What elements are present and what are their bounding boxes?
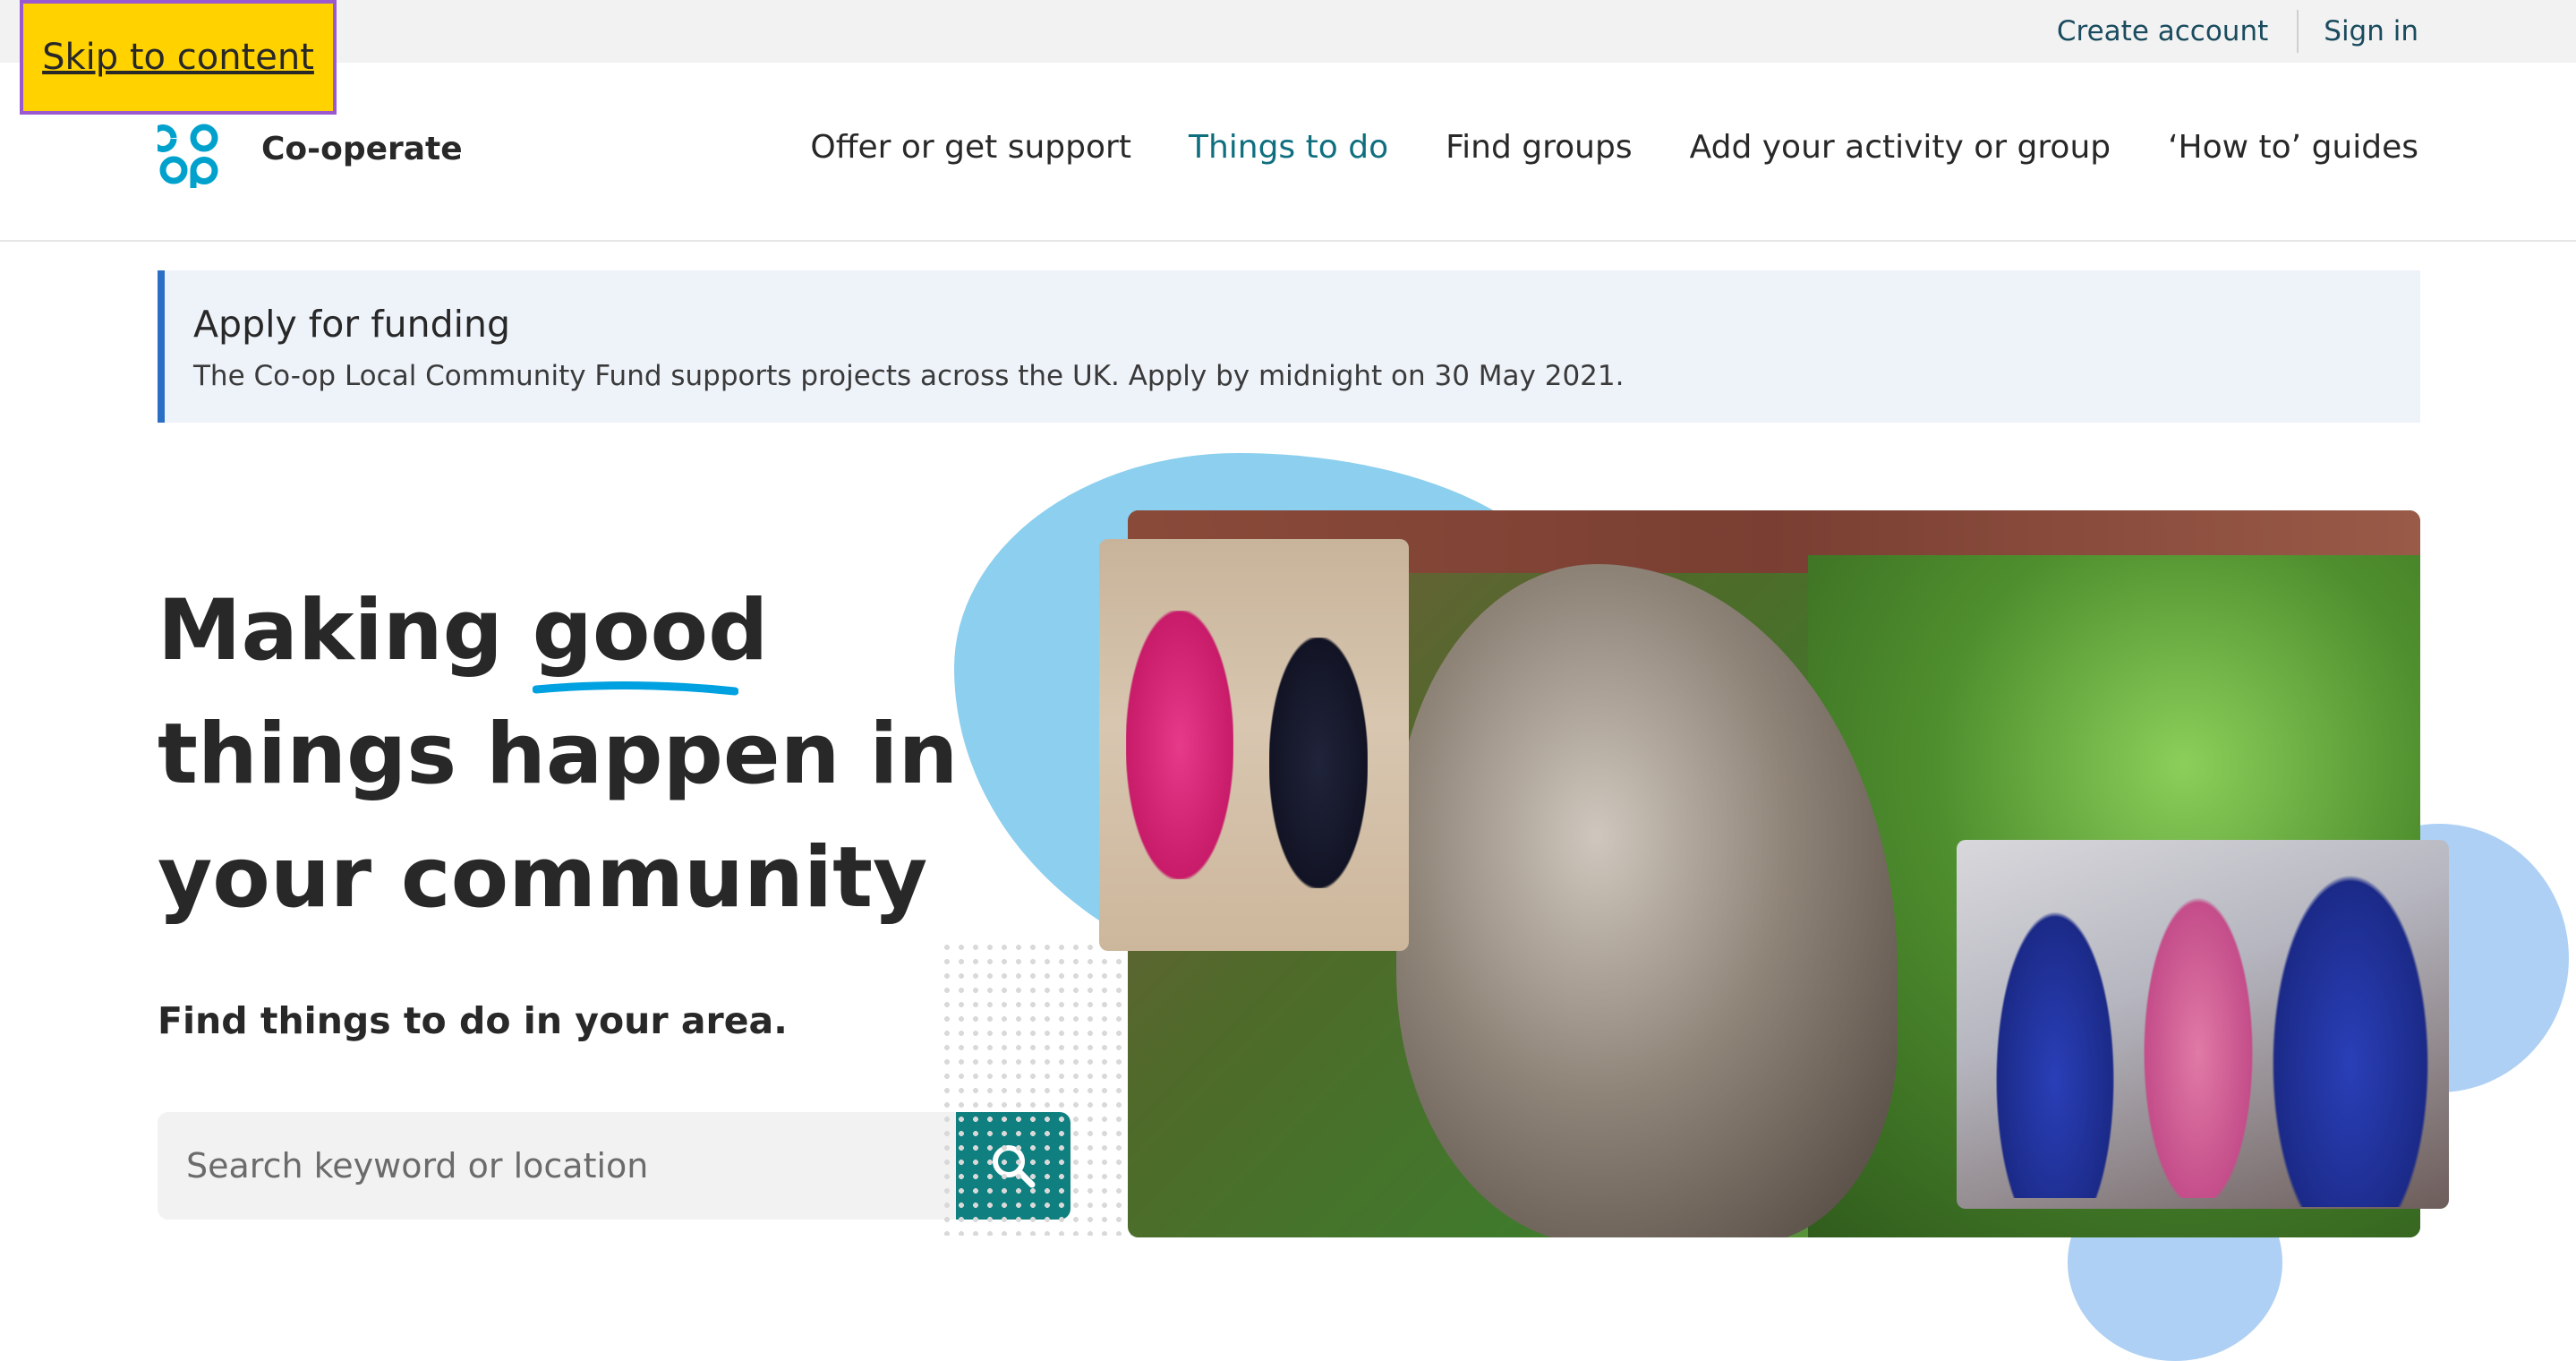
main-nav: Offer or get support Things to do Find g…	[810, 129, 2418, 166]
photo-cook-middle	[2136, 876, 2261, 1198]
nav-things-to-do[interactable]: Things to do	[1189, 129, 1388, 166]
search-input[interactable]	[158, 1112, 956, 1220]
sign-in-link[interactable]: Sign in	[2324, 15, 2418, 47]
divider	[2297, 10, 2299, 53]
funding-banner: Apply for funding The Co-op Local Commun…	[158, 270, 2420, 423]
top-utility-bar: Create account Sign in	[0, 0, 2576, 63]
nav-offer-or-get-support[interactable]: Offer or get support	[810, 129, 1131, 166]
hero-subtitle: Find things to do in your area.	[158, 999, 788, 1042]
brand-name: Co-operate	[261, 131, 463, 167]
photo-cook-left	[1992, 903, 2118, 1198]
site-header: Co-operate Offer or get support Things t…	[0, 63, 2576, 242]
hero-title-emphasis: good	[532, 569, 769, 696]
hero-title: Making good things happen in your commun…	[158, 569, 963, 940]
photo-dancer-pink	[1126, 611, 1233, 879]
nav-how-to-guides[interactable]: ‘How to’ guides	[2168, 129, 2418, 166]
account-links: Create account Sign in	[2057, 0, 2418, 63]
hero-title-post: things happen in your community	[158, 706, 959, 927]
underline-swoosh	[532, 680, 738, 696]
photo-cook-right	[2261, 849, 2440, 1207]
banner-title: Apply for funding	[193, 303, 511, 346]
decorative-dot-pattern	[940, 940, 1146, 1236]
nav-find-groups[interactable]: Find groups	[1446, 129, 1633, 166]
skip-to-content-box: Skip to content	[20, 0, 337, 115]
banner-text: The Co-op Local Community Fund supports …	[193, 360, 1625, 392]
photo-dancer-navy	[1269, 638, 1368, 888]
coop-logo-icon[interactable]	[149, 120, 226, 188]
hero-title-emph-text: good	[532, 582, 769, 680]
skip-to-content-link[interactable]: Skip to content	[42, 37, 314, 78]
search-form	[158, 1112, 1070, 1220]
hero-title-pre: Making	[158, 582, 533, 680]
dancing-photo	[1099, 539, 1409, 951]
nav-add-activity-or-group[interactable]: Add your activity or group	[1690, 129, 2111, 166]
create-account-link[interactable]: Create account	[2057, 15, 2268, 47]
cooking-photo	[1957, 840, 2449, 1209]
